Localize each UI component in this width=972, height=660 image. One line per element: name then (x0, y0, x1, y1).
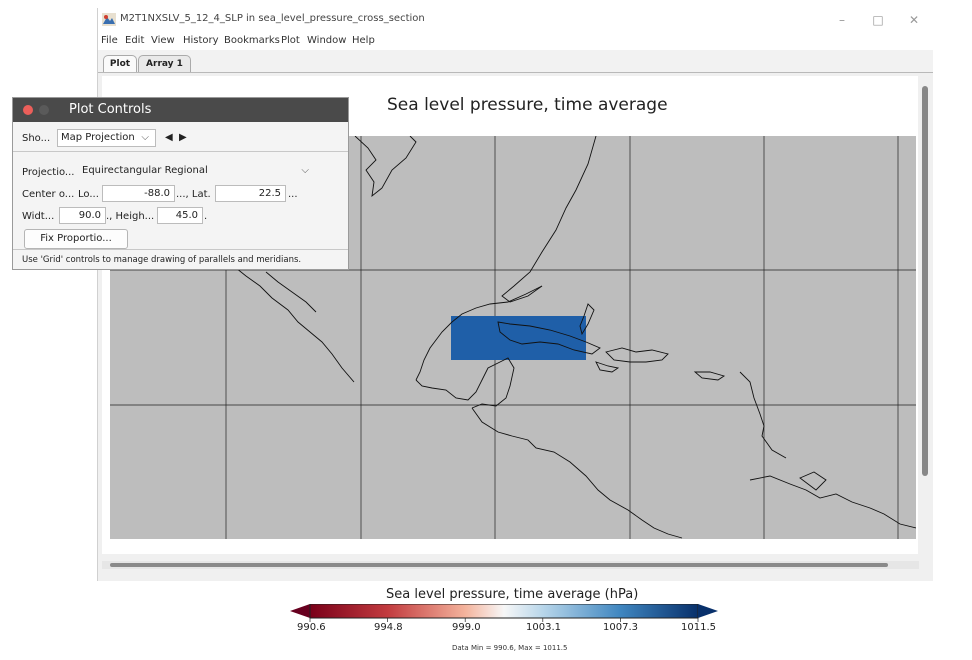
tab-plot[interactable]: Plot (103, 55, 137, 72)
height-suffix: . (204, 211, 208, 222)
tab-bar: Plot Array 1 (98, 50, 933, 73)
projection-label: Projectio... (22, 167, 75, 178)
horizontal-scrollbar[interactable] (110, 563, 888, 567)
menu-edit[interactable]: Edit (125, 35, 144, 46)
colorbar-tick-label: 1003.1 (526, 622, 561, 633)
colorbar-tick-label: 990.6 (297, 622, 326, 633)
lon-input[interactable]: -88.0 (102, 185, 175, 202)
height-label: ., Heigh... (106, 211, 155, 222)
height-input[interactable]: 45.0 (157, 207, 203, 224)
lon-label: Lo... (78, 189, 99, 200)
lat-suffix: ... (288, 189, 298, 200)
width-label: Widt... (22, 211, 55, 222)
pressure-field (451, 316, 586, 360)
chevron-down-icon: ⌵ (141, 132, 149, 143)
divider (13, 249, 348, 250)
colorbar-min-arrow (290, 604, 310, 618)
vertical-scrollbar[interactable] (922, 86, 928, 476)
chevron-down-icon: ⌵ (301, 165, 309, 176)
colorbar-tick-label: 999.0 (452, 622, 481, 633)
minimize-button[interactable]: – (826, 10, 858, 30)
lat-label: ..., Lat. (176, 189, 211, 200)
tab-array-1[interactable]: Array 1 (138, 55, 191, 72)
menu-history[interactable]: History (183, 35, 219, 46)
minimize-dot-icon[interactable] (39, 105, 49, 115)
center-label: Center o... (22, 189, 75, 200)
menu-bookmarks[interactable]: Bookmarks (224, 35, 280, 46)
colorbar-title: Sea level pressure, time average (hPa) (386, 587, 639, 602)
next-arrow-button[interactable]: ▶ (179, 132, 187, 143)
title-bar: M2T1NXSLV_5_12_4_SLP in sea_level_pressu… (98, 8, 933, 32)
data-range-label: Data Min = 990.6, Max = 1011.5 (452, 644, 568, 652)
grid-hint: Use 'Grid' controls to manage drawing of… (22, 255, 302, 265)
menu-window[interactable]: Window (307, 35, 346, 46)
menu-file[interactable]: File (101, 35, 118, 46)
colorbar-scale (309, 604, 699, 619)
show-select[interactable]: Map Projection ⌵ (57, 129, 156, 147)
show-label: Sho... (22, 133, 51, 144)
menu-bar: File Edit View History Bookmarks Plot Wi… (98, 32, 933, 50)
projection-select[interactable]: Equirectangular Regional ⌵ (79, 163, 315, 181)
colorbar-tick-label: 994.8 (374, 622, 403, 633)
previous-arrow-button[interactable]: ◀ (165, 132, 173, 143)
lat-input[interactable]: 22.5 (215, 185, 286, 202)
panoply-globe-icon (102, 13, 116, 26)
colorbar-max-arrow (698, 604, 718, 618)
plot-controls-titlebar: Plot Controls (13, 98, 348, 122)
menu-help[interactable]: Help (352, 35, 375, 46)
window-title: M2T1NXSLV_5_12_4_SLP in sea_level_pressu… (120, 13, 425, 24)
colorbar-tick-label: 1007.3 (603, 622, 638, 633)
colorbar-tick-label: 1011.5 (681, 622, 716, 633)
menu-plot[interactable]: Plot (281, 35, 300, 46)
width-input[interactable]: 90.0 (59, 207, 106, 224)
maximize-button[interactable]: □ (862, 10, 894, 30)
divider (13, 151, 348, 152)
close-button[interactable]: ✕ (898, 10, 930, 30)
colorbar (290, 604, 718, 622)
fix-proportions-button[interactable]: Fix Proportio... (24, 229, 128, 249)
plot-controls-panel: Plot Controls Sho... Map Projection ⌵ ◀ … (12, 97, 349, 270)
plot-title: Sea level pressure, time average (387, 95, 668, 115)
close-dot-icon[interactable] (23, 105, 33, 115)
menu-view[interactable]: View (151, 35, 175, 46)
plot-controls-title: Plot Controls (69, 102, 152, 117)
